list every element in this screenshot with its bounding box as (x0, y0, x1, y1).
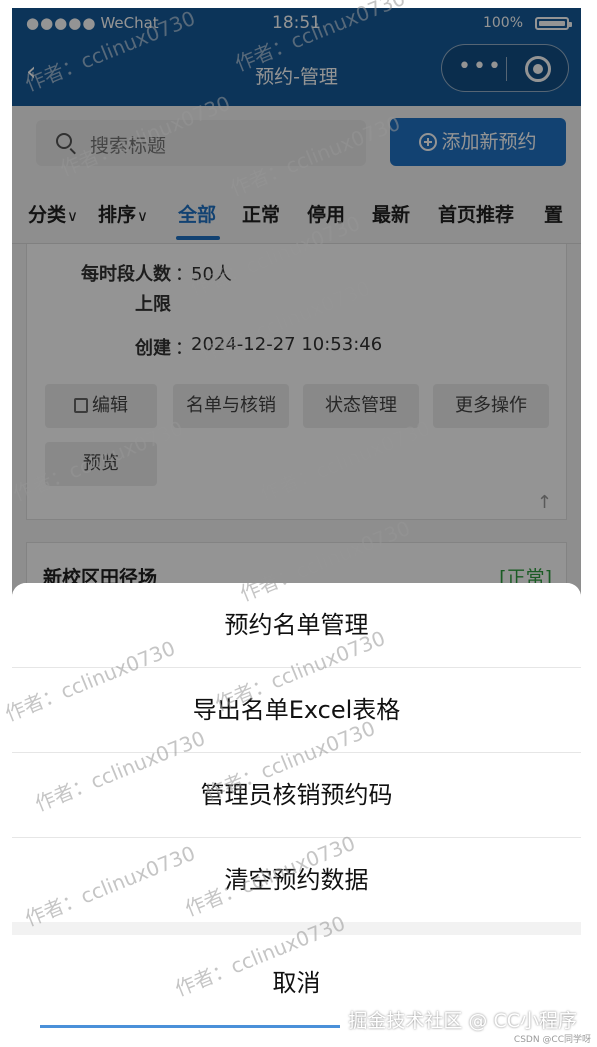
bottom-indicator (40, 1025, 340, 1028)
csdn-watermark: CSDN @CC同学呀 (513, 1035, 591, 1045)
page: ●●●●● WeChat 18:51 100% ‹ 预约-管理 ••• 搜索标题 … (0, 0, 597, 1047)
action-sheet: 预约名单管理 导出名单Excel表格 管理员核销预约码 清空预约数据 取消 (12, 583, 581, 1038)
platform-watermark: 掘金技术社区 @ CC小程序 (348, 1010, 577, 1032)
